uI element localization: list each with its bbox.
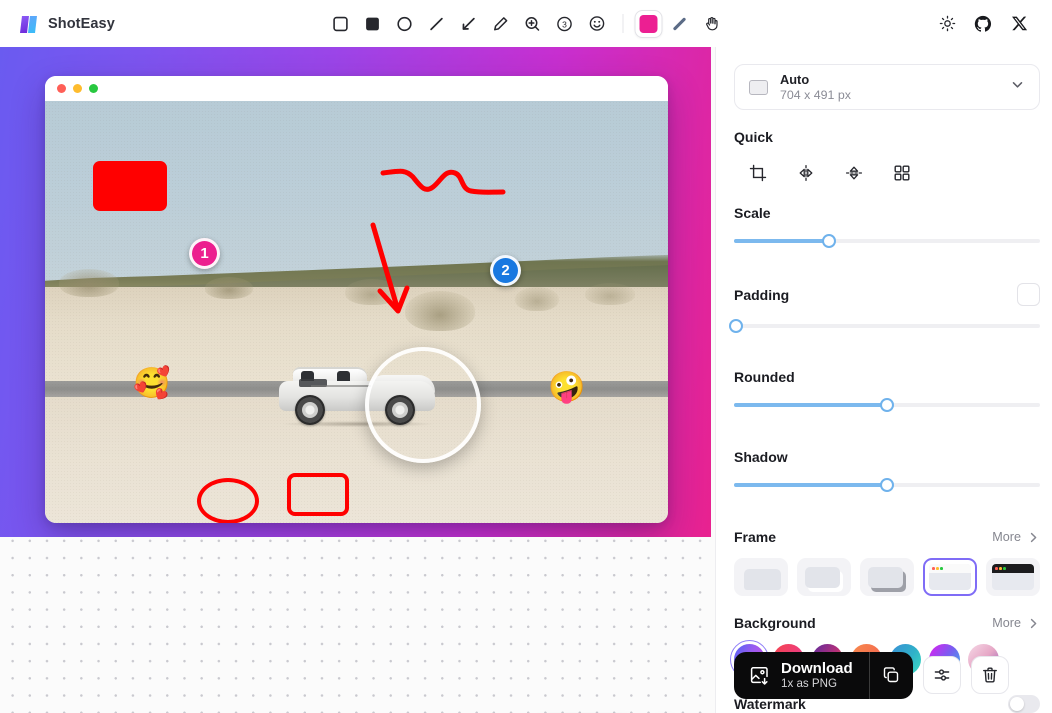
frame-section-header: Frame More [734,529,1040,545]
pencil-tool[interactable] [486,9,516,39]
settings-button[interactable] [923,656,961,694]
main-area: 1 2 🥰 🤪 99% [0,47,1052,713]
color-swatch [640,15,658,33]
flip-horizontal-button[interactable] [782,159,830,187]
trash-icon [981,666,999,684]
red-rectangle-outline-annotation[interactable] [287,473,349,516]
download-subtitle: 1x as PNG [781,677,853,691]
canvas-size-dimensions: 704 x 491 px [780,88,851,102]
top-right-actions [932,9,1052,39]
ellipse-tool[interactable] [390,9,420,39]
svg-text:3: 3 [562,19,567,29]
settings-panel: Auto 704 x 491 px Quick [715,47,1052,713]
sliders-icon [933,666,951,684]
chevron-right-icon [1027,617,1040,630]
artboard[interactable]: 1 2 🥰 🤪 [0,47,711,537]
magnifier-tool[interactable] [518,9,548,39]
chevron-down-icon [1010,77,1025,97]
background-more-button[interactable]: More [992,616,1040,630]
brand-logo[interactable]: ShotEasy [0,14,115,33]
quick-title: Quick [734,129,773,145]
red-ellipse-annotation[interactable] [197,478,259,523]
rectangle-outline-tool[interactable] [326,9,356,39]
background-title: Background [734,615,816,631]
brand-name: ShotEasy [48,16,115,32]
magnifier-zoom-circle[interactable] [365,347,481,463]
x-twitter-link-button[interactable] [1004,9,1034,39]
line-tool[interactable] [422,9,452,39]
theme-toggle-button[interactable] [932,9,962,39]
background-section-header: Background More [734,615,1040,631]
frame-plain[interactable] [734,558,788,596]
delete-button[interactable] [971,656,1009,694]
editor-canvas[interactable]: 1 2 🥰 🤪 99% [0,47,715,713]
frame-shadow[interactable] [797,558,851,596]
traffic-light-maximize-icon[interactable] [89,84,98,93]
quick-actions [734,159,1040,187]
frame-macos-light[interactable] [923,558,977,596]
download-group: Download 1x as PNG [734,652,913,699]
traffic-light-minimize-icon[interactable] [73,84,82,93]
shadow-slider[interactable] [734,476,1040,511]
canvas-size-title: Auto [780,72,851,87]
copy-icon [882,666,900,684]
pen-tool[interactable] [665,9,695,39]
flip-vertical-button[interactable] [830,159,878,187]
hand-tool[interactable] [697,9,727,39]
screenshot-image-area[interactable]: 1 2 🥰 🤪 [45,101,668,523]
red-squiggle-annotation[interactable] [379,161,509,209]
shoteasy-app: ShotEasy 3 [0,0,1052,713]
frame-title: Frame [734,529,776,545]
frame-more-label: More [992,530,1021,544]
frame-macos-dark[interactable] [986,558,1040,596]
arrow-tool[interactable] [454,9,484,39]
github-link-button[interactable] [968,9,998,39]
frame-more-button[interactable]: More [992,530,1040,544]
number-badge-tool[interactable]: 3 [550,9,580,39]
padding-color-swatch-button[interactable] [1017,283,1040,306]
screenshot-window-frame[interactable]: 1 2 🥰 🤪 [45,76,668,523]
number-badge-1[interactable]: 1 [189,238,220,269]
emoji-smiling-hearts[interactable]: 🥰 [133,369,170,399]
red-arrow-annotation[interactable] [367,221,415,316]
emoji-zany-face[interactable]: 🤪 [548,373,585,403]
panel-bottom-actions: Download 1x as PNG [734,652,1040,699]
copy-button[interactable] [869,652,913,699]
rectangle-filled-tool[interactable] [358,9,388,39]
shadow-label: Shadow [734,449,1040,465]
rounded-label: Rounded [734,369,1040,385]
emoji-tool[interactable] [582,9,612,39]
crop-button[interactable] [734,159,782,187]
rounded-slider[interactable] [734,396,1040,431]
scale-slider[interactable] [734,232,1040,267]
background-more-label: More [992,616,1021,630]
grid-button[interactable] [878,159,926,187]
red-filled-rectangle-annotation[interactable] [93,161,167,211]
color-swatch-button[interactable] [635,10,663,38]
quick-section-header: Quick [734,129,1040,145]
traffic-light-close-icon[interactable] [57,84,66,93]
frame-dark-shadow[interactable] [860,558,914,596]
frame-options [734,558,1040,596]
padding-label: Padding [734,287,789,303]
image-download-icon [749,665,770,686]
canvas-size-select[interactable]: Auto 704 x 491 px [734,64,1040,110]
window-title-bar [45,76,668,101]
chevron-right-icon [1027,531,1040,544]
toolbar-divider [623,14,624,33]
download-button[interactable]: Download 1x as PNG [734,652,869,699]
shoteasy-logo-icon [20,14,39,33]
padding-slider[interactable] [734,317,1040,352]
canvas-size-icon [749,80,768,95]
download-title: Download [781,660,853,678]
annotation-tools: 3 [326,9,727,39]
scale-label: Scale [734,205,1040,221]
number-badge-2[interactable]: 2 [490,255,521,286]
top-toolbar: ShotEasy 3 [0,0,1052,47]
